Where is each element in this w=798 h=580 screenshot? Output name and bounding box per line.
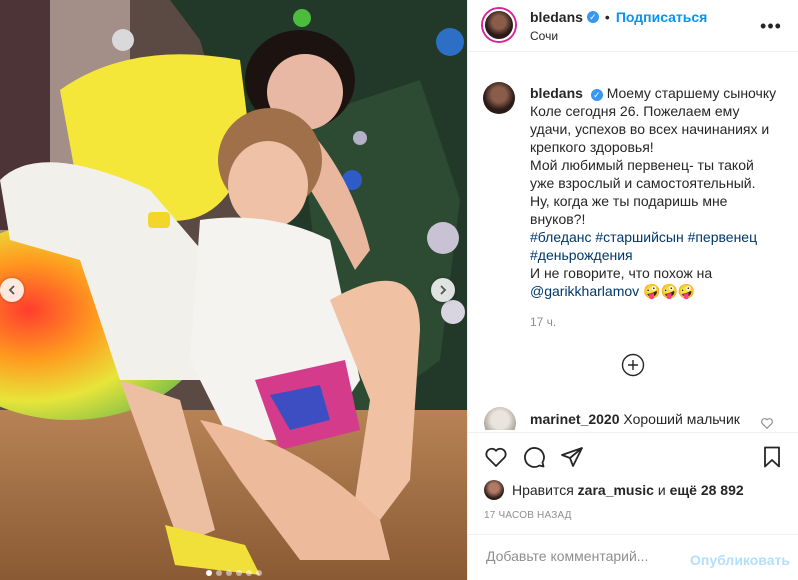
post-image [0,0,467,580]
speech-bubble-icon [524,447,545,468]
liker-avatar[interactable] [484,480,504,500]
paper-plane-icon [561,447,583,467]
publish-button[interactable]: Опубликовать [690,552,790,568]
caption-author-avatar[interactable] [483,82,515,114]
liker-username[interactable]: zara_music [578,482,654,498]
carousel-indicator [0,570,467,576]
caption-hashtags[interactable]: #бледанс #старшийсын #первенец [530,229,757,245]
commenter-username[interactable]: marinet_2020 [530,411,620,427]
add-comment-bar: Опубликовать [468,534,798,580]
verified-badge-icon: ✓ [590,89,603,101]
caption-line: Моему старшему сыночку [606,85,777,101]
carousel-dot [245,570,252,576]
carousel-dot [205,570,212,576]
caption-line: внуков?! [530,211,586,227]
more-options-button[interactable]: ••• [759,14,783,38]
likes-others-count[interactable]: ещё 28 892 [670,482,744,498]
caption-hashtags[interactable]: #деньрождения [530,247,633,263]
instagram-post: bledans ✓ • Подписаться Сочи ••• bledans… [0,0,798,580]
comment-button[interactable] [520,443,548,471]
likes-prefix: Нравится [512,482,574,498]
next-photo-button[interactable] [431,278,455,302]
likes-conjunction: и [657,482,666,498]
caption-time[interactable]: 17 ч. [530,315,556,329]
caption-line: крепкого здоровья! [530,139,654,155]
comment-body: Хороший мальчик [623,411,740,427]
likes-summary: Нравится zara_music и ещё 28 892 [484,480,744,500]
caption-line: Ну, когда же ты подаришь мне [530,193,728,209]
previous-photo-button[interactable] [0,278,24,302]
action-bar [468,432,798,480]
carousel-dot [255,570,262,576]
caption-line: уже взрослый и самостоятельный. [530,175,756,191]
caption-emojis: 🤪🤪🤪 [643,283,696,299]
carousel-dot [225,570,232,576]
comment-input[interactable] [484,547,698,565]
comment-item: marinet_2020 Хороший мальчик [468,402,798,430]
load-more-comments-icon[interactable] [621,353,645,377]
post-header: bledans ✓ • Подписаться Сочи ••• [468,0,798,52]
separator-dot: • [604,9,610,25]
post-timestamp[interactable]: 17 часов назад [484,510,572,521]
post-location[interactable]: Сочи [530,29,558,43]
post-photo[interactable] [0,0,467,580]
comment-like-heart-icon[interactable] [760,416,774,430]
comment-text: marinet_2020 Хороший мальчик [530,411,740,427]
commenter-avatar[interactable] [484,407,516,430]
chevron-right-icon [440,285,447,295]
author-avatar[interactable] [483,9,515,41]
caption-line: Мой любимый первенец- ты такой [530,157,754,173]
post-side-panel: bledans ✓ • Подписаться Сочи ••• bledans… [467,0,798,580]
caption-line: удачи, успехов во всех начинаниях и [530,121,770,137]
carousel-dot [235,570,242,576]
share-button[interactable] [558,443,586,471]
caption-line: Коле сегодня 26. Пожелаем ему [530,103,740,119]
like-button[interactable] [482,443,510,471]
caption-line: И не говорите, что похож на [530,265,713,281]
chevron-left-icon [8,285,15,295]
caption-username[interactable]: bledans [530,85,583,101]
bookmark-icon [764,446,780,468]
follow-button[interactable]: Подписаться [616,9,708,25]
more-horizontal-icon: ••• [760,15,782,36]
carousel-dot [215,570,222,576]
post-caption: bledans ✓ Моему старшему сыночку Коле се… [530,84,792,300]
heart-icon [485,447,507,467]
save-button[interactable] [758,443,786,471]
verified-badge-icon: ✓ [586,11,599,23]
author-username[interactable]: bledans [530,9,583,25]
author-line: bledans ✓ • Подписаться [530,9,707,25]
caption-mention[interactable]: @garikkharlamov [530,283,639,299]
